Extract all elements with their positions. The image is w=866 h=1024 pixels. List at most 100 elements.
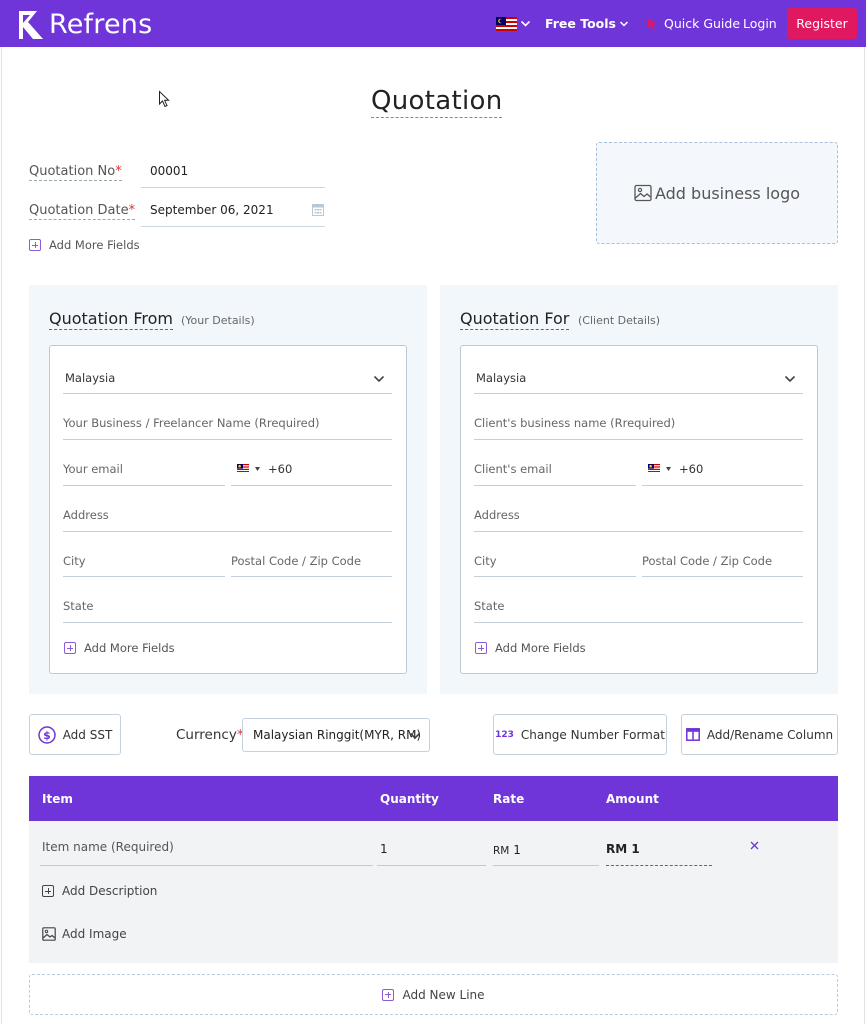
field-underline — [63, 485, 225, 486]
image-icon — [42, 927, 56, 941]
field-underline — [474, 531, 803, 532]
city-input[interactable]: City — [63, 554, 86, 568]
client-phone-input[interactable]: +60 — [679, 462, 703, 476]
chevron-down-icon — [619, 20, 629, 27]
required-mark: * — [128, 203, 136, 218]
add-image-button[interactable]: Add Image — [42, 927, 127, 941]
quick-guide-link[interactable]: Quick Guide — [645, 16, 740, 31]
remove-line-icon[interactable] — [750, 841, 759, 850]
add-rename-column-button[interactable]: Add/Rename Column — [681, 714, 838, 755]
item-name-input[interactable]: Item name (Required) — [42, 840, 174, 854]
add-more-fields-button[interactable]: Add More Fields — [29, 238, 140, 252]
add-more-fields-label: Add More Fields — [84, 641, 175, 655]
client-name-input[interactable]: Client's business name (Rrequired) — [474, 416, 675, 430]
quick-guide-label: Quick Guide — [664, 16, 741, 31]
quotation-from-title[interactable]: Quotation From — [49, 309, 173, 330]
mouse-cursor-icon — [159, 90, 170, 108]
add-more-fields-label: Add More Fields — [49, 238, 140, 252]
chevron-down-icon[interactable] — [373, 375, 385, 383]
register-button[interactable]: Register — [787, 8, 857, 39]
calendar-icon[interactable] — [312, 203, 324, 216]
add-tax-button[interactable]: $ Add SST — [29, 714, 121, 755]
currency-select[interactable]: Malaysian Ringgit(MYR, RM) — [242, 718, 430, 752]
rate-currency: RM — [493, 845, 510, 857]
quotation-from-subtitle: (Your Details) — [181, 314, 255, 327]
quotation-for-title[interactable]: Quotation For — [460, 309, 570, 330]
required-mark: * — [115, 164, 122, 179]
document-title[interactable]: Quotation — [371, 86, 503, 118]
refrens-logo-icon — [19, 10, 43, 39]
phone-input[interactable]: +60 — [268, 462, 292, 476]
column-header-amount[interactable]: Amount — [606, 792, 659, 806]
add-description-label: Add Description — [62, 884, 158, 898]
add-new-line-label: Add New Line — [402, 987, 485, 1002]
add-business-logo-dropzone[interactable]: Add business logo — [596, 142, 838, 244]
quotation-no-label[interactable]: Quotation No* — [29, 164, 122, 181]
image-icon — [634, 184, 652, 202]
client-postal-code-input[interactable]: Postal Code / Zip Code — [642, 554, 772, 568]
add-more-fields-button[interactable]: Add More Fields — [475, 641, 586, 655]
rate-input[interactable]: RM 1 — [493, 843, 521, 857]
country-select[interactable]: Malaysia — [476, 371, 526, 385]
items-table-body: Item name (Required) 1 RM 1 RM 1 Add Des… — [29, 821, 838, 963]
field-underline — [63, 576, 225, 577]
quotation-date-input[interactable]: September 06, 2021 — [150, 203, 274, 217]
plus-icon — [42, 885, 54, 897]
business-name-input[interactable]: Your Business / Freelancer Name (Rrequir… — [63, 416, 320, 430]
quotation-date-underline — [141, 226, 325, 227]
quotation-no-input[interactable]: 00001 — [150, 164, 188, 178]
country-select[interactable]: Malaysia — [65, 371, 115, 385]
field-underline — [63, 393, 392, 394]
phone-country-flag-icon[interactable] — [648, 464, 660, 472]
client-address-input[interactable]: Address — [474, 508, 520, 522]
postal-code-input[interactable]: Postal Code / Zip Code — [231, 554, 361, 568]
plus-icon — [64, 642, 76, 654]
quotation-no-label-text: Quotation No — [29, 164, 116, 179]
chevron-down-icon[interactable] — [784, 375, 796, 383]
caret-down-icon — [666, 467, 671, 471]
plus-icon — [475, 642, 487, 654]
quotation-date-label[interactable]: Quotation Date* — [29, 203, 136, 220]
brand-logo[interactable]: Refrens — [17, 9, 152, 40]
top-navbar: Refrens Free Tools Quick Guide Login Reg… — [0, 0, 866, 47]
add-new-line-button[interactable]: Add New Line — [29, 974, 838, 1015]
currency-value: Malaysian Ringgit(MYR, RM) — [253, 728, 422, 742]
quotation-for-card: Malaysia Client's business name (Rrequir… — [460, 345, 818, 674]
column-header-rate[interactable]: Rate — [493, 792, 524, 806]
field-underline — [474, 393, 803, 394]
field-underline — [474, 485, 636, 486]
change-number-format-label: Change Number Format — [520, 727, 665, 742]
add-more-fields-button[interactable]: Add More Fields — [64, 641, 175, 655]
client-state-input[interactable]: State — [474, 599, 504, 613]
state-input[interactable]: State — [63, 599, 93, 613]
address-input[interactable]: Address — [63, 508, 109, 522]
field-underline — [642, 576, 803, 577]
column-header-item[interactable]: Item — [42, 792, 73, 806]
field-underline — [63, 439, 392, 440]
client-email-input[interactable]: Client's email — [474, 462, 552, 476]
quotation-for-subtitle: (Client Details) — [578, 314, 661, 327]
field-underline — [474, 439, 803, 440]
client-city-input[interactable]: City — [474, 554, 497, 568]
email-input[interactable]: Your email — [63, 462, 123, 476]
add-image-label: Add Image — [62, 927, 127, 941]
malaysia-flag-icon[interactable] — [496, 17, 517, 31]
quantity-input[interactable]: 1 — [380, 842, 388, 856]
language-chevron-down-icon[interactable] — [520, 18, 531, 29]
add-tax-label: Add SST — [62, 727, 113, 742]
field-underline — [606, 865, 712, 866]
add-description-button[interactable]: Add Description — [42, 884, 157, 898]
column-header-quantity[interactable]: Quantity — [380, 792, 439, 806]
rate-value: 1 — [513, 843, 521, 857]
free-tools-label: Free Tools — [545, 16, 616, 31]
currency-label: Currency* — [176, 727, 244, 743]
login-link[interactable]: Login — [743, 16, 777, 31]
field-underline — [63, 531, 392, 532]
phone-country-flag-icon[interactable] — [237, 464, 249, 472]
field-underline — [377, 865, 486, 866]
field-underline — [40, 865, 373, 866]
free-tools-menu[interactable]: Free Tools — [545, 16, 629, 31]
add-more-fields-label: Add More Fields — [495, 641, 586, 655]
change-number-format-button[interactable]: 123 Change Number Format — [493, 714, 667, 755]
amount-value: RM 1 — [606, 842, 640, 856]
